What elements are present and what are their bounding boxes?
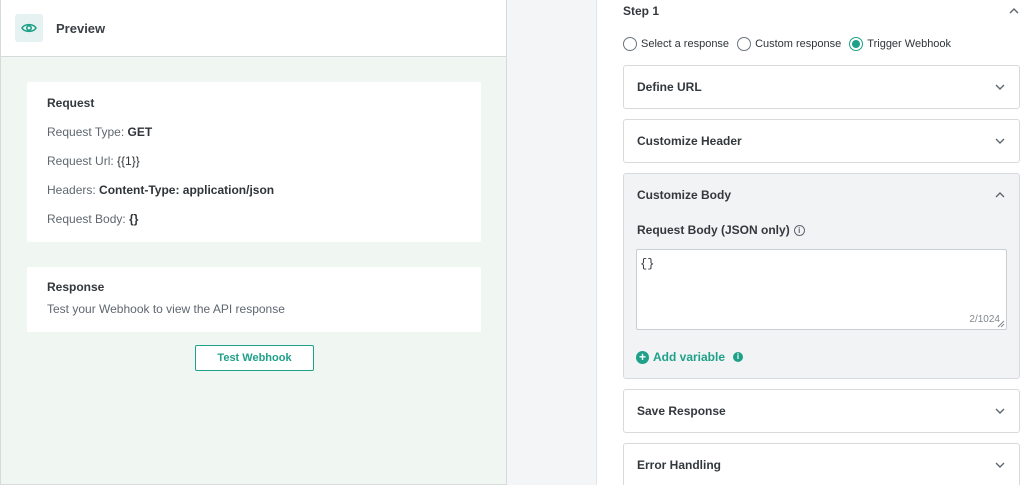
radio-trigger-webhook[interactable]: Trigger Webhook <box>849 37 951 51</box>
chevron-down-icon[interactable] <box>995 462 1005 468</box>
request-body-field-label-text: Request Body (JSON only) <box>637 223 790 237</box>
request-body-field-label: Request Body (JSON only) i <box>637 223 805 237</box>
request-body-row: Request Body: {} <box>47 212 461 241</box>
add-variable-button[interactable]: + Add variable i <box>636 350 744 364</box>
request-url-row: Request Url: {{1}} <box>47 154 461 183</box>
response-text: Test your Webhook to view the API respon… <box>47 302 285 316</box>
step-header[interactable]: Step 1 <box>623 4 1024 18</box>
radio-select-response[interactable]: Select a response <box>623 37 729 51</box>
request-type-label: Request Type: <box>47 125 128 139</box>
radio-button-checked[interactable] <box>849 37 864 51</box>
chevron-down-icon[interactable] <box>995 408 1005 414</box>
accordion-title: Save Response <box>637 404 726 418</box>
radio-custom-response[interactable]: Custom response <box>737 37 841 51</box>
plus-circle-icon: + <box>636 350 649 364</box>
config-panel: Step 1 Select a response Custom response… <box>596 0 1024 485</box>
accordion-error-handling[interactable]: Error Handling <box>623 443 1020 485</box>
eye-icon <box>15 14 43 42</box>
request-body-textarea-value: {} <box>640 257 655 271</box>
preview-panel: Preview Request Request Type: GET Reques… <box>0 0 507 485</box>
chevron-up-icon[interactable] <box>1009 8 1019 14</box>
preview-title: Preview <box>56 20 106 36</box>
info-icon[interactable]: i <box>793 224 805 236</box>
radio-button[interactable] <box>623 37 637 51</box>
accordion-header[interactable]: Define URL <box>624 66 1019 108</box>
accordion-header[interactable]: Customize Body <box>624 174 1019 216</box>
request-url-value: {{1}} <box>117 154 140 168</box>
accordion-header[interactable]: Save Response <box>624 390 1019 432</box>
response-card: Response Test your Webhook to view the A… <box>27 267 481 332</box>
response-type-radios: Select a response Custom response Trigge… <box>623 37 959 51</box>
preview-header: Preview <box>1 0 506 57</box>
radio-label: Custom response <box>755 38 842 50</box>
radio-label: Trigger Webhook <box>867 38 952 50</box>
request-body-label: Request Body: <box>47 212 130 226</box>
accordion-title: Define URL <box>637 80 702 94</box>
request-type-value: GET <box>127 125 153 139</box>
request-headers-label: Headers: <box>47 183 100 197</box>
test-webhook-button[interactable]: Test Webhook <box>195 345 314 371</box>
accordion-header[interactable]: Customize Header <box>624 120 1019 162</box>
request-url-label: Request Url: <box>47 154 118 168</box>
request-body-value: {} <box>129 212 139 226</box>
request-type-row: Request Type: GET <box>47 125 461 154</box>
accordion-title: Customize Body <box>637 188 732 202</box>
response-heading: Response <box>47 280 105 294</box>
radio-button[interactable] <box>737 37 752 51</box>
step-label: Step 1 <box>623 4 660 18</box>
chevron-down-icon[interactable] <box>995 84 1005 90</box>
accordion-customize-body: Customize Body Request Body (JSON only) … <box>623 173 1020 379</box>
request-headers-row: Headers: Content-Type: application/json <box>47 183 461 212</box>
add-variable-label: Add variable <box>653 350 726 364</box>
chevron-down-icon[interactable] <box>995 138 1005 144</box>
accordion-save-response[interactable]: Save Response <box>623 389 1020 433</box>
accordion-define-url[interactable]: Define URL <box>623 65 1020 109</box>
radio-label: Select a response <box>641 38 730 50</box>
request-card: Request Request Type: GET Request Url: {… <box>27 82 481 242</box>
accordion-customize-header[interactable]: Customize Header <box>623 119 1020 163</box>
request-body-textarea[interactable]: {} 2/1024 <box>636 249 1007 330</box>
resize-grip-icon[interactable] <box>997 320 1005 328</box>
request-heading: Request <box>47 96 95 110</box>
accordion-title: Customize Header <box>637 134 742 148</box>
info-icon[interactable]: i <box>733 352 744 362</box>
chevron-up-icon[interactable] <box>995 192 1005 198</box>
request-headers-value: Content-Type: application/json <box>99 183 275 197</box>
accordion-header[interactable]: Error Handling <box>624 444 1019 485</box>
accordion-title: Error Handling <box>637 458 722 472</box>
character-counter: 2/1024 <box>969 314 1000 325</box>
